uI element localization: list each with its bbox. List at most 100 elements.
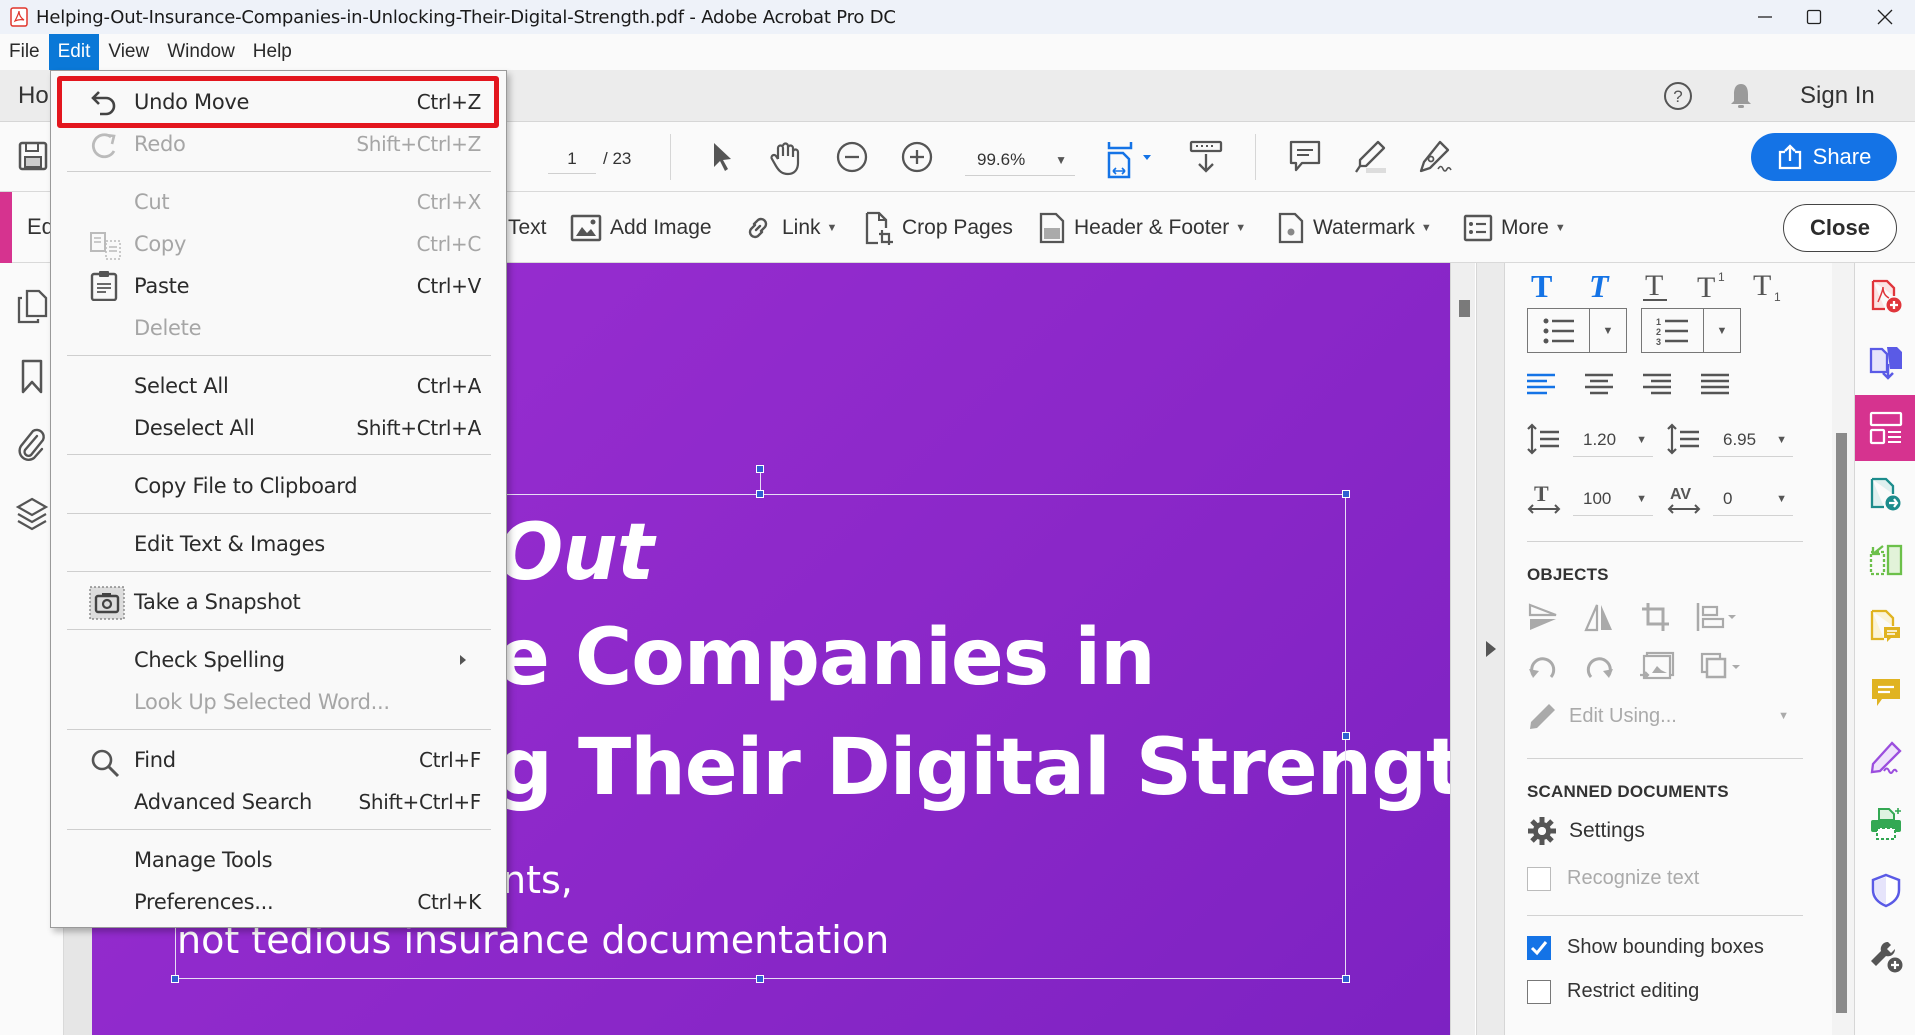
align-center-icon[interactable] [1585, 373, 1613, 395]
comment-button[interactable] [1288, 139, 1322, 175]
close-tool-button[interactable]: Close [1783, 204, 1897, 252]
protect-tool[interactable] [1855, 857, 1915, 923]
add-image-button[interactable]: Add Image [570, 211, 712, 245]
menu-item-find[interactable]: Find Ctrl+F [51, 741, 506, 781]
menu-view[interactable]: View [99, 34, 158, 70]
menu-item-preferences[interactable]: Preferences... Ctrl+K [51, 883, 506, 923]
subscript-icon[interactable]: T1 [1751, 269, 1785, 301]
chevron-down-icon[interactable]: ▼ [1590, 309, 1626, 352]
layers-button[interactable] [15, 496, 49, 534]
menu-item-check-spelling[interactable]: Check Spelling [51, 641, 506, 681]
watermark-button[interactable]: Watermark ▼ [1277, 211, 1432, 245]
menu-item-delete[interactable]: Delete [51, 309, 506, 349]
show-bounding-boxes-checkbox[interactable] [1527, 936, 1551, 960]
resize-handle-bottom[interactable] [756, 975, 764, 983]
page-number-input[interactable]: 1 [548, 144, 596, 174]
save-button[interactable] [16, 139, 50, 173]
menu-item-advanced-search[interactable]: Advanced Search Shift+Ctrl+F [51, 783, 506, 823]
restrict-editing-checkbox[interactable] [1527, 980, 1551, 1004]
page-thumbnails-button[interactable] [15, 288, 49, 326]
line-spacing-select[interactable]: 1.20 ▼ [1573, 423, 1653, 457]
bulleted-list-button[interactable]: ▼ [1527, 308, 1627, 353]
add-text-button[interactable]: Text [508, 211, 547, 245]
menu-item-copy-file-to-clipboard[interactable]: Copy File to Clipboard [51, 467, 506, 507]
flip-vertical-icon[interactable] [1527, 601, 1559, 633]
paragraph-spacing-select[interactable]: 6.95 ▼ [1713, 423, 1793, 457]
fill-sign-tool[interactable] [1855, 725, 1915, 791]
menu-item-cut[interactable]: Cut Ctrl+X [51, 183, 506, 223]
scrollbar-thumb[interactable] [1836, 433, 1847, 1013]
hand-tool-button[interactable] [767, 139, 803, 177]
recognize-text-checkbox[interactable] [1527, 867, 1551, 891]
scrollbar-thumb[interactable] [1459, 300, 1470, 317]
menu-item-take-snapshot[interactable]: Take a Snapshot [51, 583, 506, 623]
menu-item-select-all[interactable]: Select All Ctrl+A [51, 367, 506, 407]
maximize-button[interactable] [1784, 0, 1844, 34]
zoom-out-button[interactable] [834, 139, 870, 175]
menu-file[interactable]: File [0, 34, 49, 70]
scroll-mode-button[interactable] [1188, 139, 1224, 175]
chevron-down-icon[interactable]: ▼ [1704, 309, 1740, 352]
help-button[interactable]: ? [1662, 80, 1694, 112]
rotate-left-icon[interactable] [1527, 651, 1559, 683]
arrange-icon[interactable] [1699, 651, 1741, 683]
ocr-settings-button[interactable]: Settings [1527, 816, 1645, 846]
sign-in-link[interactable]: Sign In [1800, 82, 1875, 110]
replace-image-icon[interactable] [1639, 651, 1675, 683]
resize-handle-top[interactable] [756, 490, 764, 498]
edit-pdf-tool[interactable] [1855, 395, 1915, 461]
format-panel-scrollbar[interactable] [1832, 263, 1854, 1035]
menu-edit[interactable]: Edit [48, 34, 100, 70]
menu-item-redo[interactable]: Redo Shift+Ctrl+Z [51, 125, 506, 165]
menu-item-manage-tools[interactable]: Manage Tools [51, 841, 506, 881]
create-pdf-tool[interactable] [1855, 263, 1915, 329]
share-button[interactable]: Share [1751, 133, 1897, 181]
menu-help[interactable]: Help [244, 34, 301, 70]
resize-handle-top-right[interactable] [1342, 490, 1350, 498]
export-pdf-tool[interactable] [1855, 329, 1915, 395]
menu-window[interactable]: Window [158, 34, 244, 70]
send-for-review-tool[interactable] [1855, 461, 1915, 527]
rotation-handle[interactable] [756, 465, 764, 473]
header-footer-button[interactable]: Header & Footer ▼ [1038, 211, 1246, 245]
select-tool-button[interactable] [705, 139, 739, 175]
add-tools-button[interactable] [1855, 923, 1915, 989]
menu-item-paste[interactable]: Paste Ctrl+V [51, 267, 506, 307]
menu-item-edit-text-images[interactable]: Edit Text & Images [51, 525, 506, 565]
align-justify-icon[interactable] [1701, 373, 1729, 395]
flip-horizontal-icon[interactable] [1583, 601, 1615, 633]
bold-icon[interactable]: T [1527, 269, 1561, 301]
print-production-tool[interactable] [1855, 791, 1915, 857]
close-window-button[interactable] [1855, 0, 1915, 34]
highlight-button[interactable] [1352, 139, 1388, 175]
italic-icon[interactable]: T [1583, 269, 1617, 301]
resize-handle-bottom-right[interactable] [1342, 975, 1350, 983]
horizontal-scale-select[interactable]: 100 ▼ [1573, 482, 1653, 516]
menu-item-copy[interactable]: Copy Ctrl+C [51, 225, 506, 265]
link-button[interactable]: Link ▼ [742, 211, 837, 245]
zoom-in-button[interactable] [899, 139, 935, 175]
comment-file-tool[interactable] [1855, 593, 1915, 659]
zoom-level-select[interactable]: 99.6% ▼ [965, 144, 1075, 176]
sign-button[interactable] [1416, 139, 1454, 175]
menu-item-undo-move[interactable]: Undo Move Ctrl+Z [51, 83, 506, 123]
resize-handle-bottom-left[interactable] [171, 975, 179, 983]
resize-handle-right[interactable] [1342, 732, 1350, 740]
more-button[interactable]: More ▼ [1463, 211, 1566, 245]
bookmarks-button[interactable] [15, 358, 49, 396]
fit-page-button[interactable] [1105, 139, 1155, 179]
align-right-icon[interactable] [1643, 373, 1671, 395]
attachments-button[interactable] [15, 426, 49, 464]
edit-using-dropdown[interactable]: Edit Using... ▼ [1527, 699, 1803, 733]
align-objects-icon[interactable] [1695, 601, 1737, 633]
numbered-list-button[interactable]: 123 ▼ [1641, 308, 1741, 353]
rotate-right-icon[interactable] [1583, 651, 1615, 683]
organize-pages-tool[interactable] [1855, 527, 1915, 593]
collapse-panel-strip[interactable] [1476, 263, 1505, 1035]
superscript-icon[interactable]: T1 [1695, 269, 1729, 301]
collapse-right-arrow-icon[interactable] [1486, 641, 1496, 657]
crop-pages-button[interactable]: Crop Pages [864, 211, 1013, 245]
document-scrollbar[interactable] [1450, 263, 1475, 1035]
menu-item-look-up-selected-word[interactable]: Look Up Selected Word... [51, 683, 506, 723]
crop-icon[interactable] [1639, 601, 1671, 633]
